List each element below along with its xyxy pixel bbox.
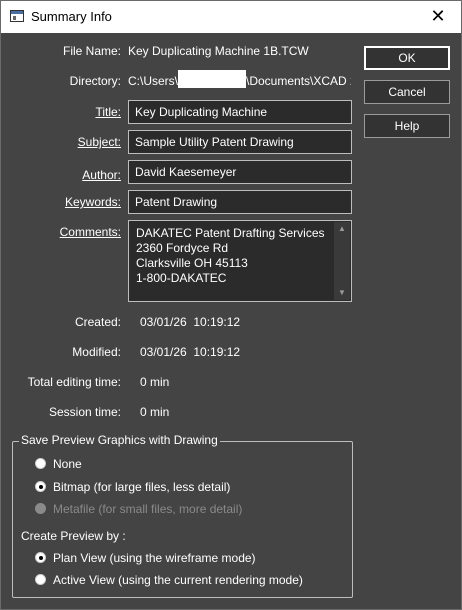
author-label: Author: — [82, 168, 121, 182]
comments-text: DAKATEC Patent Drafting Services 2360 Fo… — [136, 226, 325, 286]
comments-line: Clarksville OH 45113 — [136, 256, 248, 270]
created-label: Created: — [74, 315, 121, 329]
directory-label: Directory: — [69, 74, 121, 88]
create-preview-label: Create Preview by : — [21, 529, 126, 543]
directory-value-suffix: \Documents\XCAD 2 — [246, 74, 351, 88]
total-editing-time-value: 0 min — [140, 375, 170, 389]
comments-label: Comments: — [59, 225, 121, 239]
author-field[interactable]: David Kaesemeyer — [128, 160, 352, 184]
radio-plan-view-label: Plan View (using the wireframe mode) — [53, 551, 256, 565]
radio-button[interactable] — [35, 481, 46, 492]
title-label: Title: — [95, 105, 121, 119]
window-title: Summary Info — [31, 9, 112, 24]
title-field[interactable]: Key Duplicating Machine — [128, 100, 352, 124]
comments-line: 2360 Fordyce Rd — [136, 241, 229, 255]
modified-label: Modified: — [72, 345, 121, 359]
summary-info-dialog: Summary Info ✕ File Name: Key Duplicatin… — [0, 0, 462, 610]
scroll-up-icon[interactable]: ▲ — [334, 222, 350, 236]
file-name-value: Key Duplicating Machine 1B.TCW — [128, 44, 309, 58]
preview-graphics-group-title: Save Preview Graphics with Drawing — [19, 433, 220, 447]
scroll-down-icon[interactable]: ▼ — [334, 286, 350, 300]
comments-line: DAKATEC Patent Drafting Services — [136, 226, 325, 240]
directory-value-prefix: C:\Users\ — [128, 74, 179, 88]
subject-field[interactable]: Sample Utility Patent Drawing — [128, 130, 352, 154]
comments-textarea[interactable]: DAKATEC Patent Drafting Services 2360 Fo… — [128, 220, 352, 302]
radio-button[interactable] — [35, 552, 46, 563]
close-icon[interactable]: ✕ — [415, 1, 461, 33]
radio-metafile-label: Metafile (for small files, more detail) — [53, 502, 243, 516]
redacted-username — [178, 70, 246, 88]
created-value: 03/01/26 10:19:12 — [140, 315, 241, 329]
radio-button[interactable] — [35, 458, 46, 469]
keywords-label: Keywords: — [64, 195, 121, 209]
comments-scrollbar[interactable]: ▲ ▼ — [334, 222, 350, 300]
radio-active-view-label: Active View (using the current rendering… — [53, 573, 303, 587]
session-time-label: Session time: — [48, 405, 121, 419]
radio-bitmap-label: Bitmap (for large files, less detail) — [53, 480, 231, 494]
comments-line: 1-800-DAKATEC — [136, 271, 227, 285]
cancel-button[interactable]: Cancel — [364, 80, 450, 104]
keywords-field[interactable]: Patent Drawing — [128, 190, 352, 214]
total-editing-time-label: Total editing time: — [27, 375, 121, 389]
session-time-value: 0 min — [140, 405, 170, 419]
modified-value: 03/01/26 10:19:12 — [140, 345, 241, 359]
radio-button[interactable] — [35, 574, 46, 585]
ok-button[interactable]: OK — [364, 46, 450, 70]
subject-label: Subject: — [77, 135, 121, 149]
radio-none-label: None — [53, 457, 82, 471]
help-button[interactable]: Help — [364, 114, 450, 138]
radio-button — [35, 503, 46, 514]
title-bar: Summary Info ✕ — [1, 1, 461, 33]
window-app-icon — [10, 10, 24, 22]
file-name-label: File Name: — [62, 44, 121, 58]
